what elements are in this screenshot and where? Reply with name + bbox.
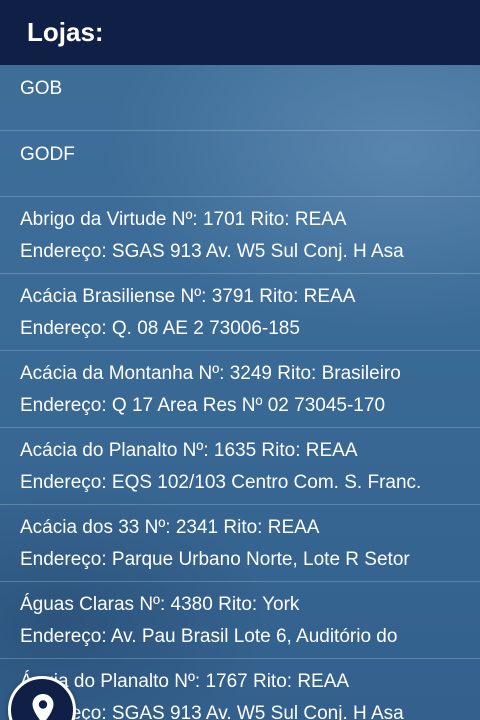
store-info: Acácia dos 33 Nº: 2341 Rito: REAA: [20, 517, 320, 538]
store-name: GOB: [20, 78, 63, 99]
store-info: Acácia do Planalto Nº: 1635 Rito: REAA: [20, 440, 358, 461]
store-address: Endereço: SGAS 913 Av. W5 Sul Conj. H As…: [20, 703, 404, 720]
list-item[interactable]: Abrigo da Virtude Nº: 1701 Rito: REAA En…: [0, 197, 480, 274]
list-item[interactable]: Acácia Brasiliense Nº: 3791 Rito: REAA E…: [0, 274, 480, 351]
store-list[interactable]: GOB GODF Abrigo da Virtude Nº: 1701 Rito…: [0, 65, 480, 720]
list-item[interactable]: Acácia dos 33 Nº: 2341 Rito: REAA Endere…: [0, 505, 480, 582]
store-address: Endereço: Q. 08 AE 2 73006-185: [20, 318, 300, 339]
store-address: Endereço: Q 17 Area Res Nº 02 73045-170: [20, 395, 386, 416]
store-address: Endereço: Av. Pau Brasil Lote 6, Auditór…: [20, 626, 398, 647]
store-address: Endereço: Parque Urbano Norte, Lote R Se…: [20, 549, 410, 570]
map-pin-icon: [32, 694, 54, 720]
store-info: Águas Claras Nº: 4380 Rito: York: [20, 594, 300, 615]
list-item[interactable]: Acácia do Planalto Nº: 1635 Rito: REAA E…: [0, 428, 480, 505]
store-name: GODF: [20, 144, 75, 165]
page-title: Lojas:: [27, 17, 104, 47]
store-address: Endereço: SGAS 913 Av. W5 Sul Conj. H As…: [20, 241, 404, 262]
store-info: Acácia da Montanha Nº: 3249 Rito: Brasil…: [20, 363, 401, 384]
list-item-gob[interactable]: GOB: [0, 65, 480, 131]
store-address: Endereço: EQS 102/103 Centro Com. S. Fra…: [20, 472, 422, 493]
store-info: Águia do Planalto Nº: 1767 Rito: REAA: [20, 671, 350, 692]
list-item[interactable]: Águas Claras Nº: 4380 Rito: York Endereç…: [0, 582, 480, 659]
store-info: Acácia Brasiliense Nº: 3791 Rito: REAA: [20, 286, 356, 307]
list-item[interactable]: Acácia da Montanha Nº: 3249 Rito: Brasil…: [0, 351, 480, 428]
list-item-godf[interactable]: GODF: [0, 131, 480, 197]
app-header: Lojas:: [0, 0, 480, 65]
store-info: Abrigo da Virtude Nº: 1701 Rito: REAA: [20, 209, 347, 230]
